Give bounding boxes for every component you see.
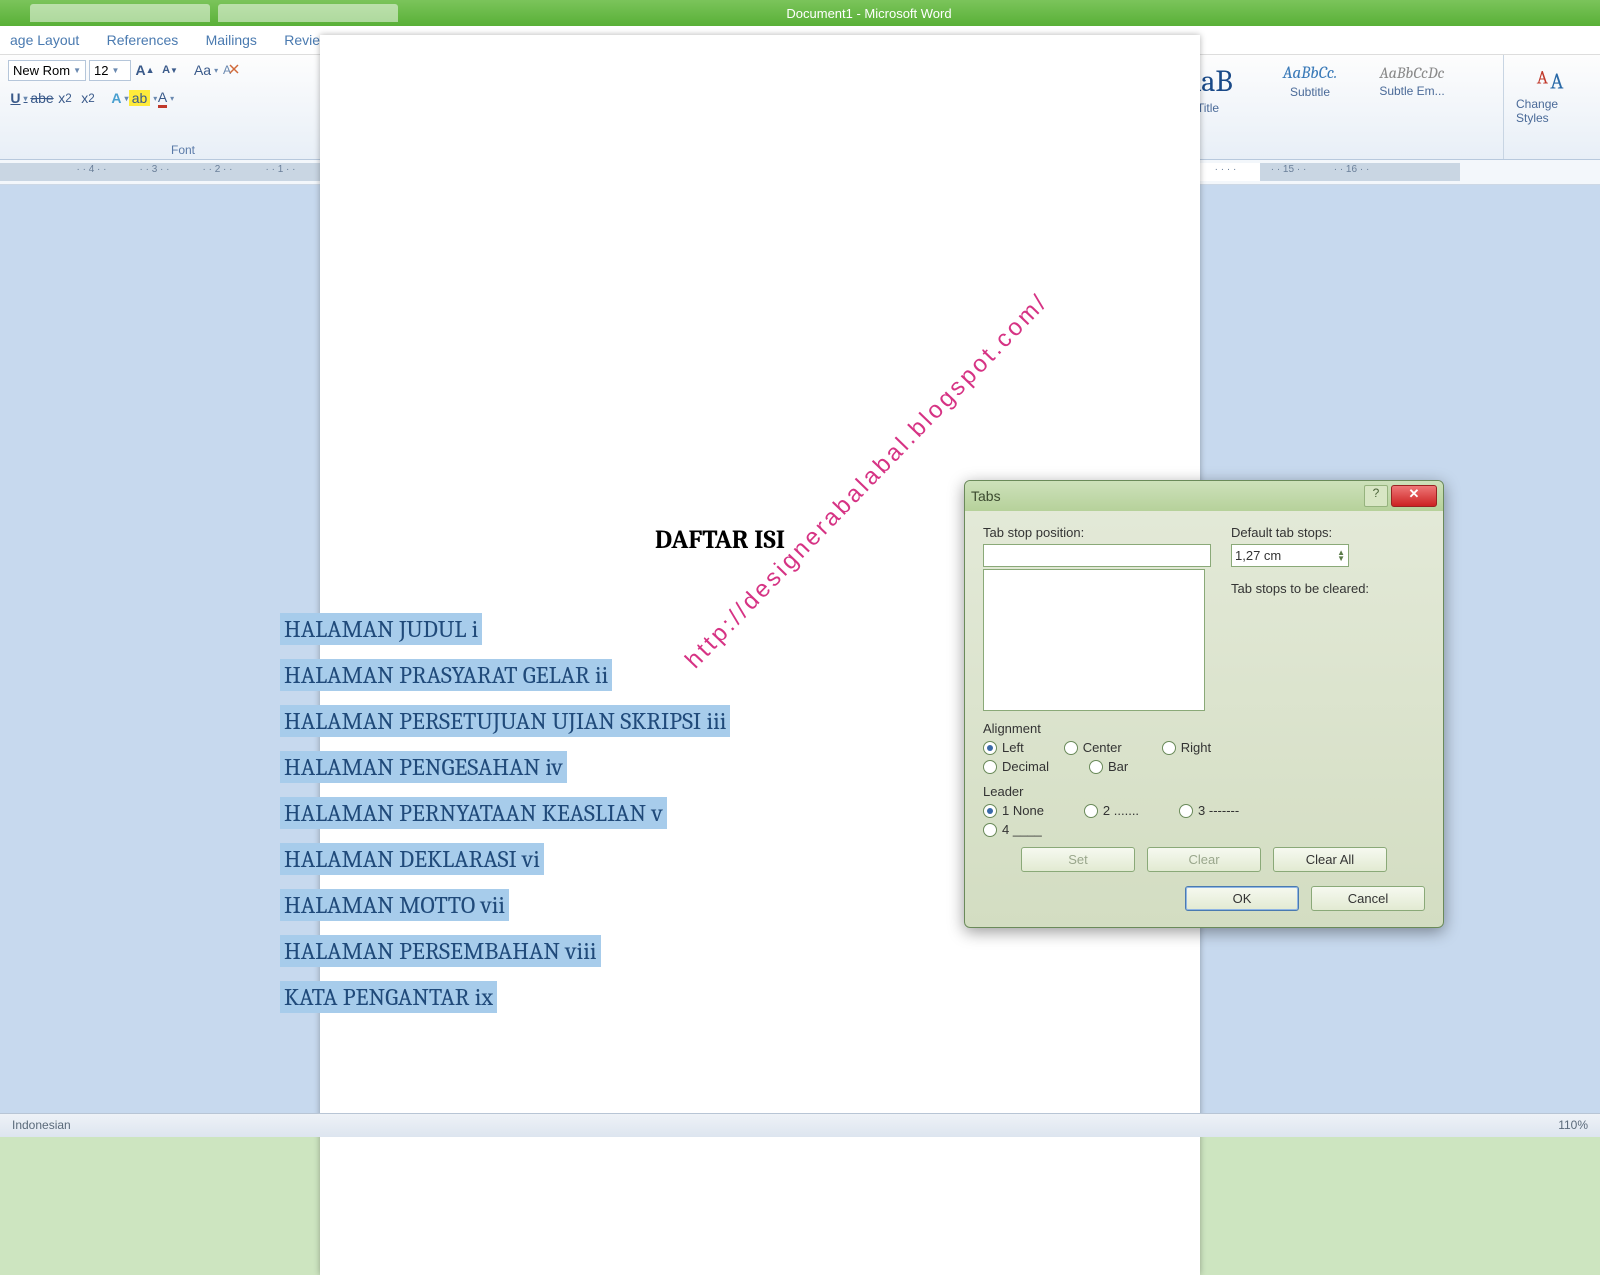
- leader-4-radio[interactable]: 4 ____: [983, 822, 1042, 837]
- style-tile[interactable]: AaBbCcDcSubtle Em...: [1364, 59, 1460, 103]
- font-color-icon[interactable]: A▾: [155, 87, 177, 109]
- svg-text:A: A: [1550, 69, 1564, 95]
- leader-none-radio[interactable]: 1 None: [983, 803, 1044, 818]
- dialog-title: Tabs: [971, 488, 1364, 504]
- taskbar-tab[interactable]: [218, 4, 398, 22]
- style-tile[interactable]: AaBbCc.Subtitle: [1262, 59, 1358, 104]
- cancel-button[interactable]: Cancel: [1311, 886, 1425, 911]
- ok-button[interactable]: OK: [1185, 886, 1299, 911]
- default-tab-stops-label: Default tab stops:: [1231, 525, 1425, 540]
- default-tab-stops-spinner[interactable]: 1,27 cm ▲▼: [1231, 544, 1349, 567]
- clear-all-button[interactable]: Clear All: [1273, 847, 1387, 872]
- help-button[interactable]: ?: [1364, 485, 1388, 507]
- tab-stops-listbox[interactable]: [983, 569, 1205, 711]
- window-title: Document1 - Microsoft Word: [398, 6, 1340, 21]
- toc-line[interactable]: HALAMAN PERSEMBAHAN viii: [280, 937, 1100, 965]
- leader-2-radio[interactable]: 2 .......: [1084, 803, 1139, 818]
- subscript-button[interactable]: x2: [54, 87, 76, 109]
- tab-stop-position-label: Tab stop position:: [983, 525, 1211, 540]
- spinner-arrows-icon[interactable]: ▲▼: [1337, 550, 1345, 562]
- align-center-radio[interactable]: Center: [1064, 740, 1122, 755]
- close-button[interactable]: ✕: [1391, 485, 1437, 507]
- ribbon-tab[interactable]: age Layout: [10, 32, 79, 48]
- font-group: New Rom▼ 12▼ A▲ A▼ Aa▾ A U▾ abe x2 x2 A▾…: [0, 55, 367, 159]
- tabs-dialog: Tabs ? ✕ Tab stop position: Default tab …: [964, 480, 1444, 928]
- ribbon-tab[interactable]: Mailings: [206, 32, 257, 48]
- clear-button[interactable]: Clear: [1147, 847, 1261, 872]
- taskbar-tabs: [30, 4, 398, 22]
- change-case-icon[interactable]: Aa▾: [195, 59, 217, 81]
- grow-font-icon[interactable]: A▲: [134, 59, 156, 81]
- shrink-font-icon[interactable]: A▼: [159, 59, 181, 81]
- highlight-icon[interactable]: ab▾: [132, 87, 154, 109]
- taskbar-tab[interactable]: [30, 4, 210, 22]
- tab-stop-position-input[interactable]: [983, 544, 1211, 567]
- ribbon-tab[interactable]: References: [107, 32, 179, 48]
- font-name-combo[interactable]: New Rom▼: [8, 60, 86, 81]
- window-titlebar: Document1 - Microsoft Word: [0, 0, 1600, 26]
- svg-text:A: A: [1537, 66, 1549, 88]
- status-bar: Indonesian 110%: [0, 1113, 1600, 1137]
- set-button[interactable]: Set: [1021, 847, 1135, 872]
- font-size-combo[interactable]: 12▼: [89, 60, 131, 81]
- change-styles-button[interactable]: AA Change Styles: [1512, 59, 1592, 159]
- group-label: Font: [8, 141, 358, 159]
- tab-stops-cleared-label: Tab stops to be cleared:: [1231, 581, 1425, 596]
- align-bar-radio[interactable]: Bar: [1089, 759, 1128, 774]
- change-styles-group: AA Change Styles: [1504, 55, 1600, 159]
- strikethrough-button[interactable]: abe: [31, 87, 53, 109]
- align-left-radio[interactable]: Left: [983, 740, 1024, 755]
- leader-3-radio[interactable]: 3 -------: [1179, 803, 1239, 818]
- leader-group-label: Leader: [983, 784, 1425, 799]
- toc-line[interactable]: KATA PENGANTAR ix: [280, 983, 1100, 1011]
- document-workspace[interactable]: DAFTAR ISI HALAMAN JUDUL iHALAMAN PRASYA…: [0, 185, 1600, 1137]
- superscript-button[interactable]: x2: [77, 87, 99, 109]
- dialog-titlebar[interactable]: Tabs ? ✕: [965, 481, 1443, 511]
- alignment-group-label: Alignment: [983, 721, 1425, 736]
- align-right-radio[interactable]: Right: [1162, 740, 1211, 755]
- svg-text:A: A: [223, 63, 231, 77]
- clear-formatting-icon[interactable]: A: [220, 59, 242, 81]
- align-decimal-radio[interactable]: Decimal: [983, 759, 1049, 774]
- underline-button[interactable]: U▾: [8, 87, 30, 109]
- status-language[interactable]: Indonesian: [12, 1118, 71, 1133]
- text-effects-icon[interactable]: A▾: [109, 87, 131, 109]
- status-zoom[interactable]: 110%: [1558, 1118, 1588, 1133]
